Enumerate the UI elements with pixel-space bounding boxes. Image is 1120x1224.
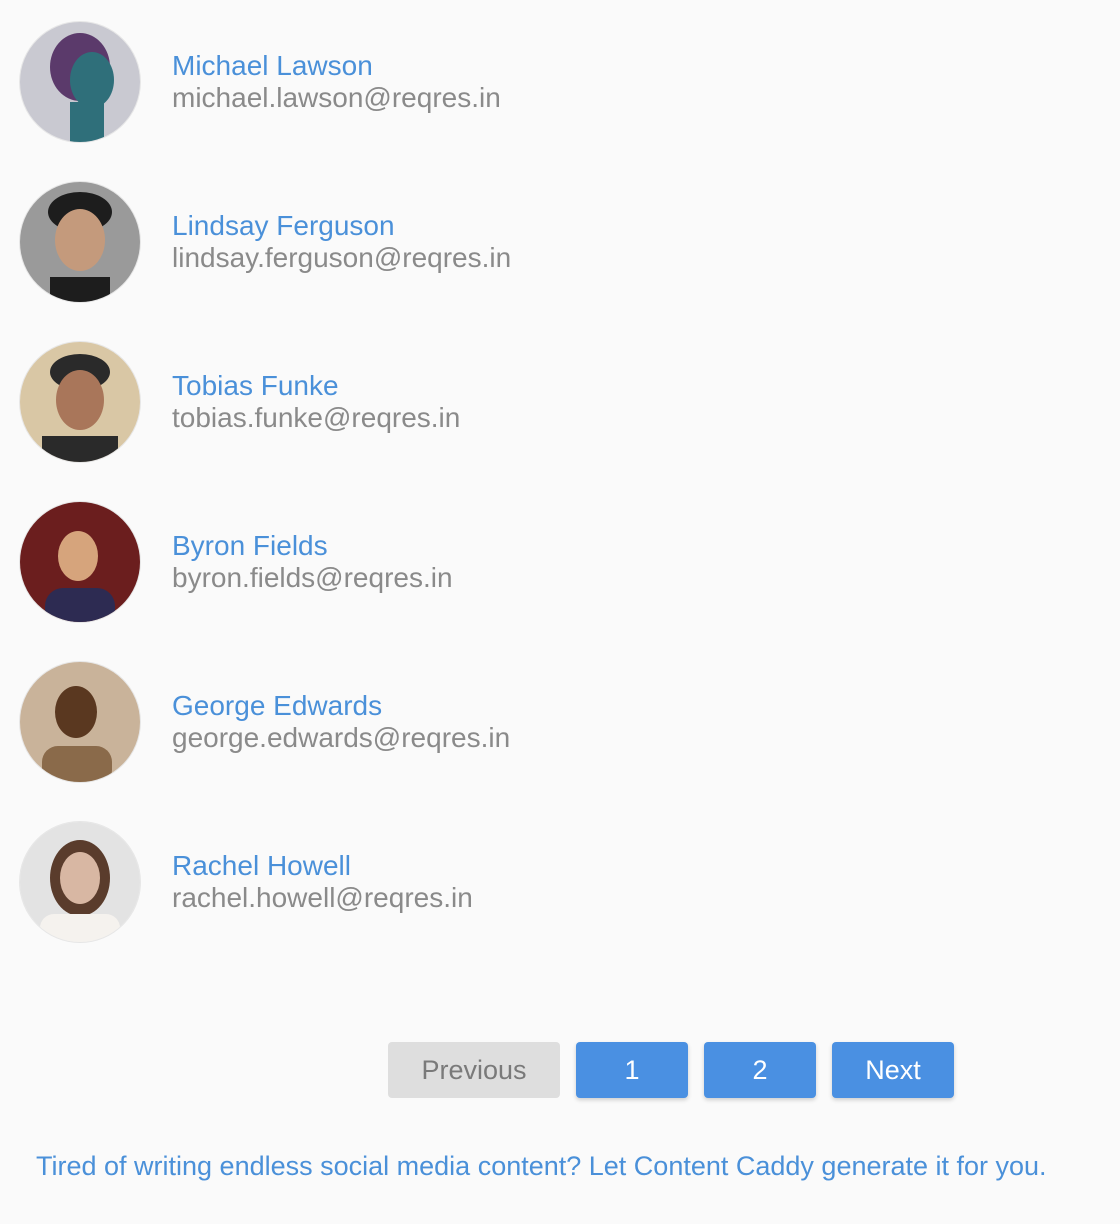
page-1-button[interactable]: 1 bbox=[576, 1042, 688, 1098]
user-email: byron.fields@reqres.in bbox=[172, 562, 453, 593]
user-name-link[interactable]: Rachel Howell bbox=[172, 850, 473, 882]
user-email: rachel.howell@reqres.in bbox=[172, 882, 473, 913]
list-item: Michael Lawson michael.lawson@reqres.in bbox=[20, 22, 1100, 182]
user-email: tobias.funke@reqres.in bbox=[172, 402, 461, 433]
list-item: George Edwards george.edwards@reqres.in bbox=[20, 662, 1100, 822]
avatar bbox=[20, 342, 140, 462]
list-item: Rachel Howell rachel.howell@reqres.in bbox=[20, 822, 1100, 982]
user-email: lindsay.ferguson@reqres.in bbox=[172, 242, 512, 273]
page-2-button[interactable]: 2 bbox=[704, 1042, 816, 1098]
avatar bbox=[20, 822, 140, 942]
avatar-photo-icon bbox=[20, 502, 140, 622]
avatar bbox=[20, 502, 140, 622]
promo-link[interactable]: Tired of writing endless social media co… bbox=[36, 1148, 1047, 1184]
next-button[interactable]: Next bbox=[832, 1042, 954, 1098]
avatar bbox=[20, 662, 140, 782]
user-list: Michael Lawson michael.lawson@reqres.in … bbox=[20, 22, 1100, 982]
pagination: Previous 1 2 Next bbox=[388, 1042, 954, 1098]
avatar-photo-icon bbox=[20, 342, 140, 462]
avatar-photo-icon bbox=[20, 182, 140, 302]
user-name-link[interactable]: George Edwards bbox=[172, 690, 510, 722]
avatar-photo-icon bbox=[20, 22, 140, 142]
avatar bbox=[20, 182, 140, 302]
list-item: Tobias Funke tobias.funke@reqres.in bbox=[20, 342, 1100, 502]
user-name-link[interactable]: Lindsay Ferguson bbox=[172, 210, 511, 242]
avatar-photo-icon bbox=[20, 822, 140, 942]
user-name-link[interactable]: Byron Fields bbox=[172, 530, 453, 562]
user-email: george.edwards@reqres.in bbox=[172, 722, 511, 753]
avatar bbox=[20, 22, 140, 142]
previous-button[interactable]: Previous bbox=[388, 1042, 560, 1098]
user-name-link[interactable]: Michael Lawson bbox=[172, 50, 501, 82]
user-email: michael.lawson@reqres.in bbox=[172, 82, 501, 113]
list-item: Lindsay Ferguson lindsay.ferguson@reqres… bbox=[20, 182, 1100, 342]
user-name-link[interactable]: Tobias Funke bbox=[172, 370, 460, 402]
avatar-photo-icon bbox=[20, 662, 140, 782]
list-item: Byron Fields byron.fields@reqres.in bbox=[20, 502, 1100, 662]
